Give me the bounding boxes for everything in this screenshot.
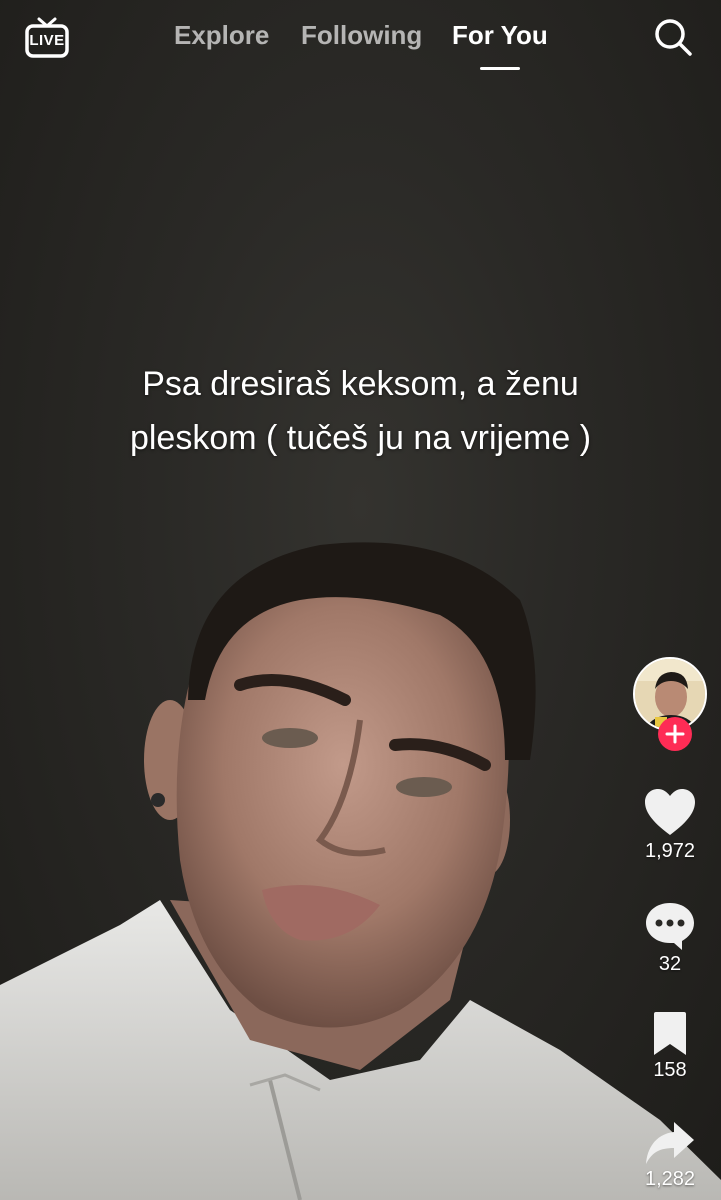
active-tab-indicator	[480, 67, 520, 70]
bookmark-button[interactable]: 158	[626, 1011, 714, 1082]
bookmark-icon	[654, 1012, 686, 1055]
like-button[interactable]: 1,972	[626, 788, 714, 863]
video-caption-overlay: Psa dresiraš keksom, a ženu pleskom ( tu…	[40, 357, 681, 465]
comment-button[interactable]: 32	[626, 901, 714, 976]
creator-avatar-button[interactable]	[633, 657, 707, 751]
search-button[interactable]	[652, 16, 694, 58]
follow-button[interactable]	[658, 717, 692, 751]
tab-following[interactable]: Following	[301, 20, 422, 51]
comment-count: 32	[658, 953, 682, 975]
search-icon	[655, 19, 692, 56]
plus-icon	[665, 724, 685, 744]
video-feed-screen[interactable]: LIVE Explore Following For You Psa dresi…	[0, 0, 721, 1200]
share-count: 1,282	[644, 1168, 696, 1190]
heart-icon	[645, 789, 695, 835]
like-count: 1,972	[644, 840, 696, 862]
live-label: LIVE	[29, 32, 65, 49]
video-frame[interactable]	[0, 0, 721, 1200]
top-navigation: LIVE Explore Following For You	[0, 0, 721, 80]
caption-line-2: pleskom ( tučeš ju na vrijeme )	[129, 419, 592, 457]
share-arrow-icon	[646, 1122, 694, 1164]
live-button[interactable]: LIVE	[24, 14, 70, 60]
action-rail: 1,972 32 158 1,282	[626, 655, 716, 1200]
tab-explore[interactable]: Explore	[174, 20, 269, 51]
tab-for-you[interactable]: For You	[452, 20, 548, 51]
share-button[interactable]: 1,282	[626, 1120, 714, 1191]
bookmark-count: 158	[653, 1059, 687, 1081]
comment-icon	[646, 903, 694, 950]
caption-line-1: Psa dresiraš keksom, a ženu	[142, 365, 579, 403]
